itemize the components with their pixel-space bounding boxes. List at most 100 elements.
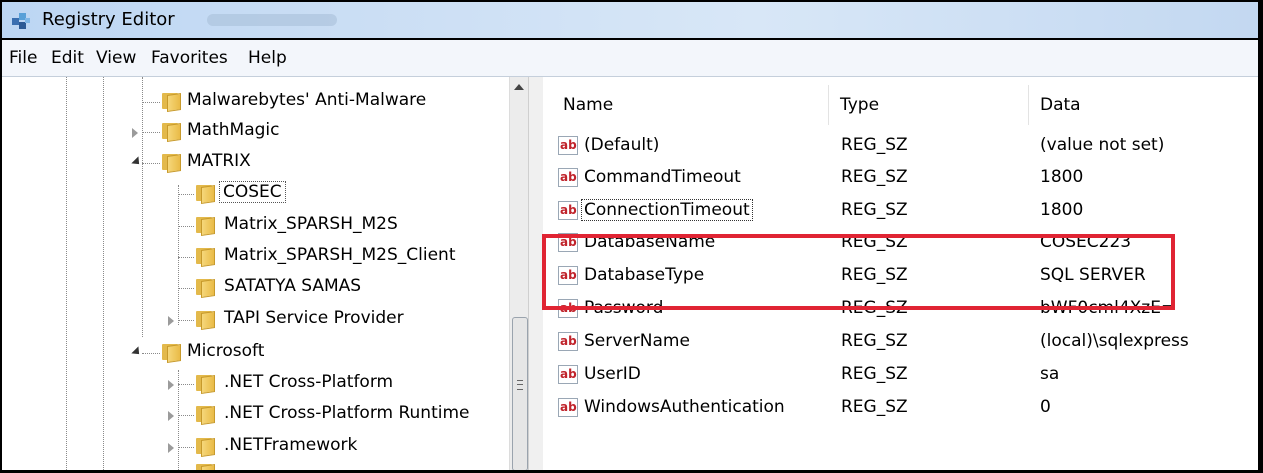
value-type: REG_SZ (841, 397, 908, 417)
value-type: REG_SZ (841, 364, 908, 384)
value-row-focused[interactable]: ab ConnectionTimeout REG_SZ 1800 (543, 195, 1258, 227)
collapse-arrow-icon[interactable] (131, 346, 143, 358)
svg-text:ab: ab (560, 334, 577, 348)
menu-favorites[interactable]: Favorites (151, 48, 228, 68)
menu-file[interactable]: File (9, 48, 37, 68)
value-name: ConnectionTimeout (581, 199, 753, 221)
value-data: (local)\sqlexpress (1040, 331, 1189, 351)
tree-item-netframework[interactable]: .NETFramework (168, 432, 498, 462)
string-value-ab-icon: ab (558, 136, 578, 155)
window-title: Registry Editor (42, 9, 175, 30)
title-path-blurred (207, 14, 337, 26)
folder-icon (195, 374, 215, 394)
column-divider[interactable] (828, 85, 829, 125)
tree-item-microsoft[interactable]: Microsoft (130, 338, 470, 368)
folder-icon (195, 184, 215, 204)
value-name: UserID (584, 364, 641, 384)
string-value-ab-icon: ab (558, 398, 578, 417)
folder-icon (161, 92, 181, 112)
value-data: (value not set) (1040, 135, 1165, 155)
scroll-up-arrow-icon[interactable] (514, 84, 524, 90)
tree-item-label: MATRIX (187, 151, 251, 171)
tree-item-matrix-sparsh-m2s[interactable]: Matrix_SPARSH_M2S (178, 211, 478, 241)
expand-arrow-icon[interactable] (132, 128, 138, 138)
registry-editor-icon (12, 13, 30, 29)
value-type: REG_SZ (841, 167, 908, 187)
tree-branch (142, 353, 160, 354)
scrollbar-thumb[interactable] (512, 317, 528, 470)
string-value-ab-icon: ab (558, 332, 578, 351)
column-divider[interactable] (1028, 85, 1029, 125)
tree-item-label: .NET Cross-Platform (224, 372, 394, 392)
highlight-annotation-box (542, 234, 1175, 310)
tree-item-matrix-sparsh-m2s-client[interactable]: Matrix_SPARSH_M2S_Client (178, 242, 508, 272)
expand-arrow-icon[interactable] (168, 380, 174, 390)
tree-item-malwarebytes[interactable]: Malwarebytes' Anti-Malware (142, 87, 482, 117)
column-header-type[interactable]: Type (840, 95, 879, 115)
tree-scrollbar[interactable] (509, 77, 528, 470)
value-type: REG_SZ (841, 331, 908, 351)
value-row[interactable]: ab WindowsAuthentication REG_SZ 0 (543, 392, 1258, 424)
value-name: ServerName (584, 331, 690, 351)
tree-item-tapi-service-provider[interactable]: TAPI Service Provider (168, 305, 488, 335)
tree-item-label: .NETFramework (224, 435, 358, 455)
value-name: (Default) (584, 135, 660, 155)
expand-arrow-icon[interactable] (168, 316, 174, 326)
collapse-arrow-icon[interactable] (131, 156, 143, 168)
folder-icon (195, 278, 215, 298)
expand-arrow-icon[interactable] (168, 443, 174, 453)
tree-item-label: Malwarebytes' Anti-Malware (187, 90, 427, 110)
string-value-ab-icon: ab (558, 168, 578, 187)
value-row[interactable]: ab ServerName REG_SZ (local)\sqlexpress (543, 326, 1258, 358)
tree-branch (178, 226, 194, 227)
value-row[interactable]: ab UserID REG_SZ sa (543, 359, 1258, 391)
registry-editor-window: Registry Editor File Edit View Favorites… (0, 0, 1263, 473)
tree-item-label: COSEC (219, 181, 286, 203)
tree-branch (178, 257, 194, 258)
string-value-ab-icon: ab (558, 201, 578, 220)
tree-branch (178, 320, 194, 321)
expand-arrow-icon[interactable] (168, 411, 174, 421)
value-row[interactable]: ab CommandTimeout REG_SZ 1800 (543, 162, 1258, 194)
value-data: 1800 (1040, 167, 1084, 187)
folder-icon (161, 153, 181, 173)
tree-item-label: Microsoft (187, 341, 265, 361)
tree-branch (142, 132, 160, 133)
svg-text:ab: ab (560, 138, 577, 152)
tree-branch (142, 163, 160, 164)
value-name: CommandTimeout (584, 167, 741, 187)
tree-branch (178, 288, 194, 289)
value-row[interactable]: ab (Default) REG_SZ (value not set) (543, 130, 1258, 162)
tree-item-mathmagic[interactable]: MathMagic (132, 117, 472, 147)
string-value-ab-icon: ab (558, 365, 578, 384)
menu-edit[interactable]: Edit (51, 48, 84, 68)
value-data: 0 (1040, 397, 1051, 417)
title-bar[interactable]: Registry Editor (2, 2, 1258, 38)
value-data: 1800 (1040, 200, 1084, 220)
tree-item-label: Matrix_SPARSH_M2S (224, 214, 398, 234)
value-type: REG_SZ (841, 135, 908, 155)
tree-branch (178, 447, 194, 448)
folder-icon (195, 216, 215, 236)
tree-item-matrix[interactable]: MATRIX (130, 148, 470, 178)
menu-view[interactable]: View (96, 48, 136, 68)
svg-text:ab: ab (560, 170, 577, 184)
menu-help[interactable]: Help (248, 48, 287, 68)
tree-item-label: .NET Cross-Platform Runtime (224, 403, 470, 423)
tree-item-satatya-samas[interactable]: SATATYA SAMAS (178, 273, 478, 303)
tree-item-label: MathMagic (187, 120, 280, 140)
tree-guide (66, 77, 67, 470)
tree-item-label: SATATYA SAMAS (224, 276, 362, 296)
key-tree-pane[interactable]: Malwarebytes' Anti-Malware MathMagic MAT… (2, 77, 528, 470)
column-header-data[interactable]: Data (1040, 95, 1081, 115)
svg-text:ab: ab (560, 367, 577, 381)
tree-item-label: TAPI Service Provider (224, 308, 404, 328)
folder-icon (195, 405, 215, 425)
value-type: REG_SZ (841, 200, 908, 220)
tree-item-net-cross-platform-runtime[interactable]: .NET Cross-Platform Runtime (168, 400, 508, 430)
column-header-name[interactable]: Name (563, 95, 613, 115)
menu-bar: File Edit View Favorites Help (2, 40, 1258, 77)
tree-item-cosec[interactable]: COSEC (178, 179, 478, 209)
tree-item-net-cross-platform[interactable]: .NET Cross-Platform (168, 369, 498, 399)
folder-icon (161, 122, 181, 142)
